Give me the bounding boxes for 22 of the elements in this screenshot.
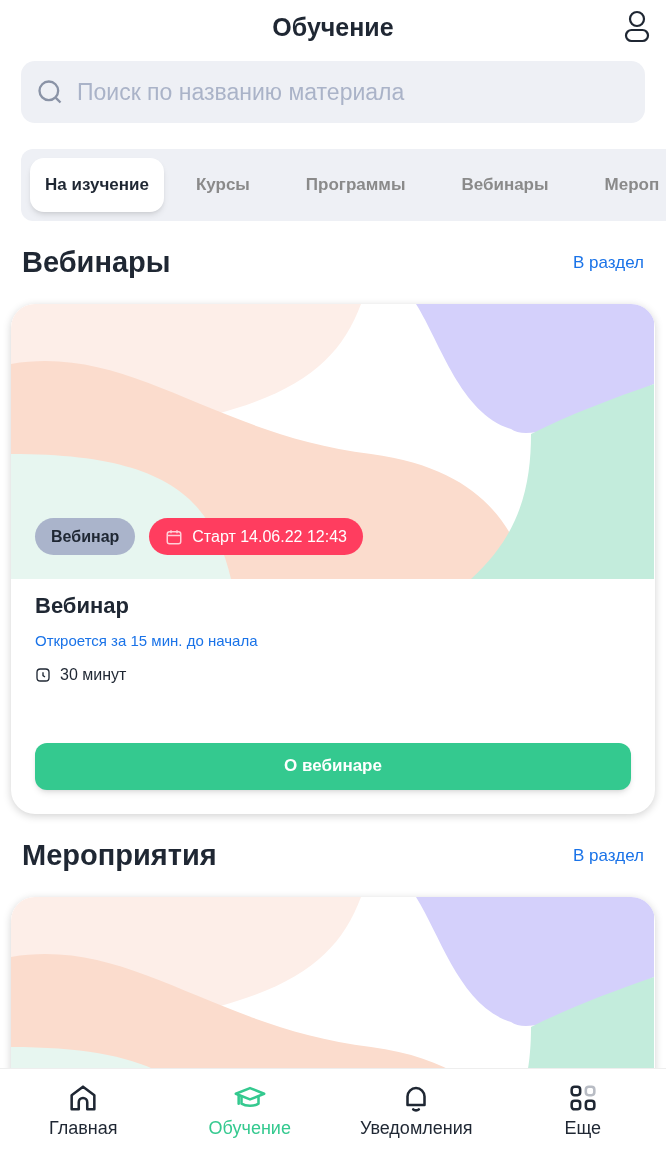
tab[interactable]: Мероп	[589, 158, 666, 212]
section-title: Вебинары	[22, 245, 171, 281]
duration-text: 30 минут	[60, 664, 127, 685]
tab[interactable]: Вебинары	[446, 158, 564, 212]
availability-note: Откроется за 15 мин. до начала	[35, 631, 259, 651]
user-icon[interactable]	[624, 9, 650, 43]
nav-item[interactable]: Уведомления	[333, 1069, 500, 1150]
nav-item[interactable]: Главная	[0, 1069, 167, 1150]
nav-item[interactable]: Еще	[499, 1069, 666, 1150]
section-title: Мероприятия	[22, 837, 217, 873]
tab[interactable]: Курсы	[180, 158, 265, 212]
tab[interactable]: Программы	[290, 158, 421, 212]
type-badge: Вебинар	[35, 518, 136, 555]
section-link[interactable]: В раздел	[573, 842, 644, 869]
page-title: Обучение	[272, 11, 394, 43]
start-date-text: Старт 14.06.22 12:43	[192, 526, 347, 547]
card-title: Вебинар	[35, 592, 130, 620]
calendar-icon	[165, 527, 184, 546]
section-link[interactable]: В раздел	[573, 250, 644, 276]
tab[interactable]: На изучение	[30, 158, 164, 212]
clock-icon	[35, 666, 51, 683]
search-field[interactable]: Поиск по названию материала	[21, 61, 645, 123]
